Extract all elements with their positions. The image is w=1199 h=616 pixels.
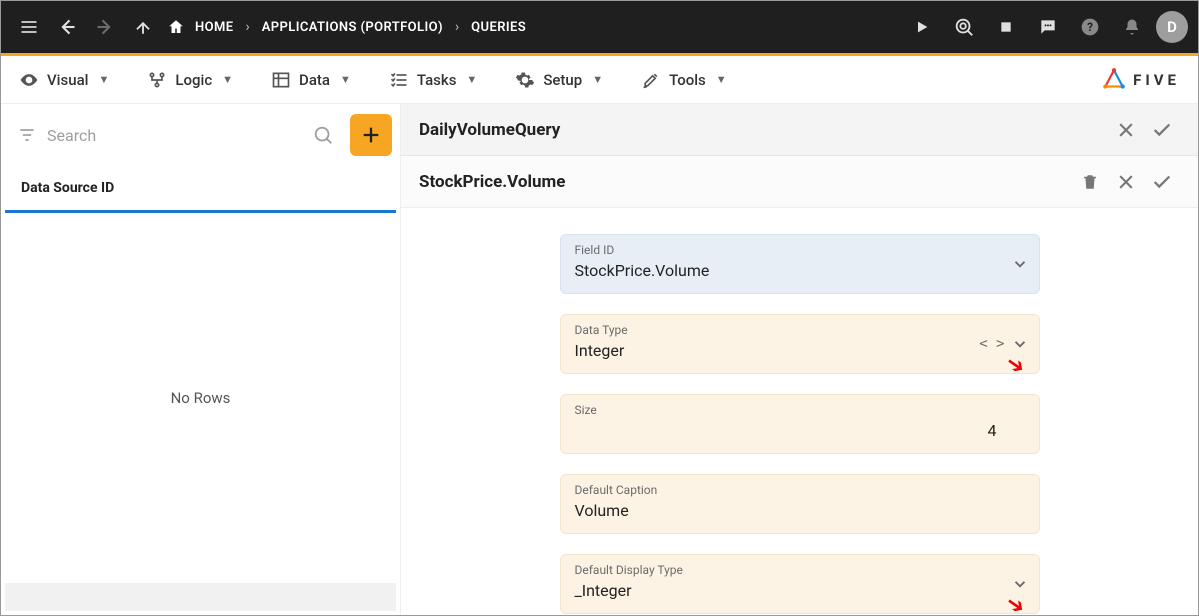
field-value: Volume bbox=[575, 501, 1025, 523]
field-value: 4 bbox=[575, 421, 1025, 443]
search-global-icon[interactable] bbox=[946, 9, 982, 45]
filter-icon[interactable] bbox=[17, 125, 37, 145]
field-label: Field ID bbox=[575, 243, 1025, 257]
check-icon[interactable] bbox=[1144, 112, 1180, 148]
default-display-type-dropdown[interactable]: Default Display Type _Integer ➔ bbox=[560, 554, 1040, 614]
home-icon bbox=[167, 18, 185, 36]
section-title: StockPrice.Volume bbox=[419, 172, 1072, 192]
tools-icon bbox=[641, 70, 661, 90]
logo-text: FIVE bbox=[1133, 71, 1180, 89]
menu-label: Visual bbox=[47, 71, 88, 89]
breadcrumb-applications[interactable]: APPLICATIONS (PORTFOLIO) bbox=[256, 14, 449, 41]
caret-down-icon: ▼ bbox=[222, 73, 233, 86]
up-icon[interactable] bbox=[125, 9, 161, 45]
menu-setup[interactable]: Setup ▼ bbox=[507, 64, 611, 96]
menu-label: Logic bbox=[175, 71, 212, 89]
tasks-icon bbox=[389, 70, 409, 90]
right-pane: DailyVolumeQuery StockPrice.Volume Field… bbox=[401, 104, 1198, 615]
page-title: DailyVolumeQuery bbox=[419, 120, 1108, 140]
play-icon[interactable] bbox=[904, 9, 940, 45]
menu-label: Data bbox=[299, 71, 330, 89]
form: Field ID StockPrice.Volume Data Type Int… bbox=[401, 208, 1198, 615]
left-pane: Data Source ID No Rows bbox=[1, 104, 401, 615]
bell-icon[interactable] bbox=[1114, 9, 1150, 45]
chevron-down-icon[interactable] bbox=[1011, 575, 1029, 593]
svg-text:?: ? bbox=[1087, 20, 1093, 34]
close-icon[interactable] bbox=[1108, 112, 1144, 148]
table-icon bbox=[271, 70, 291, 90]
field-label: Default Display Type bbox=[575, 563, 1025, 577]
breadcrumb-home[interactable]: HOME bbox=[189, 14, 239, 41]
list-header: Data Source ID bbox=[5, 166, 396, 210]
field-label: Size bbox=[575, 403, 1025, 417]
forward-icon bbox=[87, 9, 123, 45]
size-field[interactable]: Size 4 bbox=[560, 394, 1040, 454]
data-type-dropdown[interactable]: Data Type Integer < > ➔ bbox=[560, 314, 1040, 374]
add-button[interactable] bbox=[350, 114, 392, 156]
menu-bar: Visual ▼ Logic ▼ Data ▼ Tasks ▼ Setup ▼ … bbox=[1, 56, 1198, 104]
breadcrumb: HOME › APPLICATIONS (PORTFOLIO) › QUERIE… bbox=[167, 14, 532, 41]
help-icon[interactable]: ? bbox=[1072, 9, 1108, 45]
code-icon[interactable]: < > bbox=[979, 336, 1004, 352]
stop-icon[interactable] bbox=[988, 9, 1024, 45]
menu-visual[interactable]: Visual ▼ bbox=[11, 64, 117, 96]
logo: FIVE bbox=[1101, 67, 1180, 93]
eye-icon bbox=[19, 70, 39, 90]
field-value: _Integer bbox=[575, 581, 1025, 603]
field-label: Default Caption bbox=[575, 483, 1025, 497]
default-caption-field[interactable]: Default Caption Volume bbox=[560, 474, 1040, 534]
chevron-down-icon[interactable] bbox=[1011, 335, 1029, 353]
top-bar: HOME › APPLICATIONS (PORTFOLIO) › QUERIE… bbox=[1, 1, 1198, 53]
breadcrumb-queries[interactable]: QUERIES bbox=[465, 14, 532, 41]
caret-down-icon: ▼ bbox=[466, 73, 477, 86]
menu-label: Tasks bbox=[417, 71, 457, 89]
menu-tasks[interactable]: Tasks ▼ bbox=[381, 64, 485, 96]
close-icon[interactable] bbox=[1108, 164, 1144, 200]
caret-down-icon: ▼ bbox=[340, 73, 351, 86]
chevron-right-icon: › bbox=[453, 19, 461, 35]
menu-label: Setup bbox=[543, 71, 582, 89]
menu-label: Tools bbox=[669, 71, 706, 89]
menu-data[interactable]: Data ▼ bbox=[263, 64, 359, 96]
gear-icon bbox=[515, 70, 535, 90]
menu-logic[interactable]: Logic ▼ bbox=[139, 64, 241, 96]
menu-tools[interactable]: Tools ▼ bbox=[633, 64, 735, 96]
avatar[interactable]: D bbox=[1156, 11, 1188, 43]
field-value: StockPrice.Volume bbox=[575, 261, 1025, 283]
search-box[interactable] bbox=[9, 118, 342, 152]
caret-down-icon: ▼ bbox=[716, 73, 727, 86]
chevron-down-icon[interactable] bbox=[1011, 255, 1029, 273]
chat-icon[interactable] bbox=[1030, 9, 1066, 45]
search-icon[interactable] bbox=[312, 124, 334, 146]
trash-icon[interactable] bbox=[1072, 164, 1108, 200]
caret-down-icon: ▼ bbox=[98, 73, 109, 86]
caret-down-icon: ▼ bbox=[592, 73, 603, 86]
field-label: Data Type bbox=[575, 323, 1025, 337]
check-icon[interactable] bbox=[1144, 164, 1180, 200]
detail-header-2: StockPrice.Volume bbox=[401, 156, 1198, 208]
logic-icon bbox=[147, 70, 167, 90]
detail-header-1: DailyVolumeQuery bbox=[401, 104, 1198, 156]
back-icon[interactable] bbox=[49, 9, 85, 45]
chevron-right-icon: › bbox=[243, 19, 251, 35]
field-value: Integer bbox=[575, 341, 1025, 363]
bottom-strip bbox=[5, 583, 396, 611]
menu-icon[interactable] bbox=[11, 9, 47, 45]
field-id-dropdown[interactable]: Field ID StockPrice.Volume bbox=[560, 234, 1040, 294]
search-input[interactable] bbox=[47, 126, 302, 145]
no-rows-label: No Rows bbox=[5, 213, 396, 583]
